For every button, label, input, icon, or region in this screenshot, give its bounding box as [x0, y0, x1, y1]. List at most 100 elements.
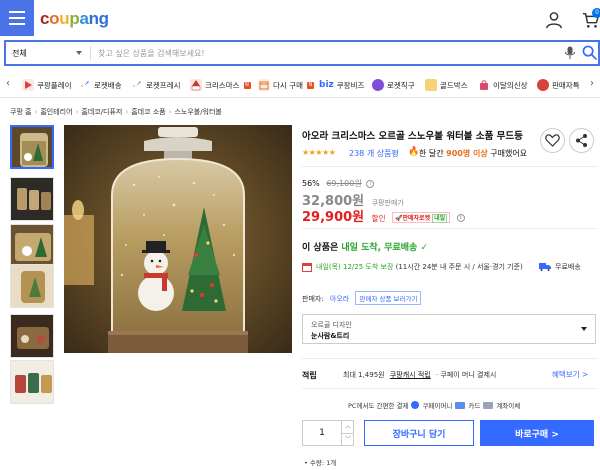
product-thumbnail[interactable]: [10, 224, 54, 268]
heart-icon: [545, 134, 560, 147]
breadcrumb-item[interactable]: 홈데코 소품: [131, 108, 165, 116]
user-icon[interactable]: [545, 11, 563, 29]
category-bar: ‹ 쿠팡플레이 로켓배송 로켓프레시 크리스마스 N 다시 구매 N biz 쿠…: [0, 72, 600, 98]
chevron-right-icon[interactable]: ›: [590, 78, 594, 89]
search-input[interactable]: [98, 45, 538, 61]
quantity-value[interactable]: 1: [303, 428, 341, 438]
search-icon[interactable]: [582, 45, 597, 60]
breadcrumb-item[interactable]: 홈인테리어: [40, 108, 72, 116]
category-item-coupang-biz[interactable]: biz 쿠팡비즈: [319, 77, 364, 93]
buy-now-button[interactable]: 바로구매 >: [480, 420, 594, 446]
delivery-date: 내일(목) 12/25 도착 보장: [316, 263, 394, 271]
category-item-seller-special[interactable]: 판매자특: [537, 77, 580, 93]
coupang-logo[interactable]: coupang: [40, 9, 109, 29]
chevron-down-icon: [581, 327, 587, 331]
quantity-stepper[interactable]: 1 ︿ ﹀: [302, 420, 354, 446]
breadcrumb-separator: ›: [75, 108, 79, 116]
seller-name-link[interactable]: 아오라: [330, 295, 349, 303]
reorder-icon: [258, 79, 270, 91]
delivery-detail: 내일(목) 12/25 도착 보장 (11시간 24분 내 주문 시 / 서울·…: [316, 262, 523, 272]
category-item-label: 이달의신상: [493, 80, 528, 90]
category-item-rocket-global[interactable]: 로켓직구: [372, 77, 415, 93]
breadcrumb-separator: ›: [125, 108, 129, 116]
arrival-prefix: 이 상품은: [302, 243, 339, 253]
arrival-highlight: 내일 도착, 무료배송: [341, 243, 418, 253]
share-button[interactable]: [569, 128, 594, 153]
cart-count-badge: 0: [592, 8, 600, 18]
category-item-goldbox[interactable]: 골드박스: [425, 77, 468, 93]
logo-letter: ng: [88, 9, 109, 28]
hamburger-line: [9, 11, 25, 13]
wishlist-button[interactable]: [540, 128, 565, 153]
product-main-image[interactable]: [64, 125, 292, 353]
fire-icon: 🔥: [408, 147, 420, 157]
info-icon[interactable]: i: [456, 213, 465, 222]
option-select[interactable]: 오르골 디자인 눈사람&트리: [302, 314, 596, 344]
card-icon: [455, 401, 466, 409]
seller-products-button[interactable]: 판매자 상품 보러가기: [355, 291, 422, 305]
original-price: 69,100원: [326, 179, 362, 188]
points-amount: 최대 1,495원: [343, 371, 385, 379]
category-item-label: 골드박스: [440, 80, 468, 90]
arrival-headline: 이 상품은 내일 도착, 무료배송 ✓: [302, 240, 428, 253]
rocket-badge-text: 🚀판매자로켓: [395, 215, 431, 222]
category-item-label: 판매자특: [552, 80, 580, 90]
add-to-cart-button[interactable]: 장바구니 담기: [364, 420, 474, 446]
payment-text: PC에서도 간편한 결제: [348, 402, 409, 410]
coupang-cash-link[interactable]: 쿠팡캐시 적립: [390, 371, 431, 379]
monthly-prefix: 한 달간: [419, 149, 444, 158]
new-badge: N: [306, 81, 314, 89]
breadcrumb-item[interactable]: 홈데코/디퓨저: [81, 108, 122, 116]
category-item-reorder[interactable]: 다시 구매 N: [258, 77, 314, 93]
category-item-label: 크리스마스: [205, 80, 240, 90]
menu-button[interactable]: [0, 0, 34, 36]
free-shipping-label: 무료배송: [555, 263, 581, 271]
option-label: 오르골 디자인: [311, 321, 352, 329]
biz-icon: biz: [319, 80, 334, 90]
divider: [302, 166, 598, 167]
review-count-link[interactable]: 238 개 상품평: [349, 148, 399, 159]
seller-row: 판매자: 아오라 판매자 상품 보러가기: [302, 291, 422, 305]
breadcrumb-item[interactable]: 스노우볼/워터볼: [174, 108, 221, 116]
logo-letter: p: [69, 9, 80, 28]
rocket-fresh-icon: [131, 79, 143, 91]
microphone-icon[interactable]: [564, 46, 576, 60]
seller-icon: [537, 79, 549, 91]
divider: [302, 228, 598, 229]
new-badge: N: [243, 81, 251, 89]
logo-letter: a: [79, 9, 89, 28]
category-item-label: 로켓배송: [94, 80, 122, 90]
product-thumbnail[interactable]: [10, 360, 54, 404]
product-thumbnail[interactable]: [10, 125, 54, 169]
category-item-christmas[interactable]: 크리스마스 N: [190, 77, 251, 93]
monthly-suffix: 구매했어요: [490, 149, 528, 158]
category-item-label: 로켓직구: [387, 80, 415, 90]
product-thumbnail[interactable]: [10, 177, 54, 221]
category-item-rocket-delivery[interactable]: 로켓배송: [79, 77, 122, 93]
bank-icon: [483, 401, 494, 409]
breadcrumb-item[interactable]: 쿠팡 홈: [10, 108, 32, 116]
discount-rate: 56%: [302, 179, 320, 188]
category-item-rocket-fresh[interactable]: 로켓프레시: [131, 77, 181, 93]
logo-letter: o: [49, 9, 60, 28]
category-item-coupang-play[interactable]: 쿠팡플레이: [22, 77, 72, 93]
search-category-select[interactable]: 전체: [12, 48, 27, 59]
quantity-decrease-button[interactable]: ﹀: [341, 433, 354, 445]
logo-letter: u: [59, 9, 70, 28]
product-thumbnail[interactable]: [10, 264, 54, 308]
truck-icon: [539, 263, 551, 271]
category-item-new-arrivals[interactable]: 이달의신상: [478, 77, 528, 93]
points-label: 적립: [302, 371, 317, 380]
product-thumbnail[interactable]: [10, 314, 54, 358]
breadcrumb-separator: ›: [168, 108, 172, 116]
quantity-increase-button[interactable]: ︿: [341, 421, 354, 433]
sale-label: 할인: [371, 214, 386, 223]
delivery-condition: (11시간 24분 내 주문 시 / 서울·경기 기준): [395, 263, 523, 271]
chevron-down-icon[interactable]: [76, 51, 82, 55]
seller-label: 판매자:: [302, 295, 324, 303]
info-icon[interactable]: i: [366, 179, 375, 188]
chevron-left-icon[interactable]: ‹: [6, 78, 10, 89]
discount-row: 56% 69,100원 i: [302, 178, 375, 189]
option-value: 눈사람&트리: [311, 332, 350, 340]
benefits-link[interactable]: 혜택보기 >: [552, 369, 588, 380]
